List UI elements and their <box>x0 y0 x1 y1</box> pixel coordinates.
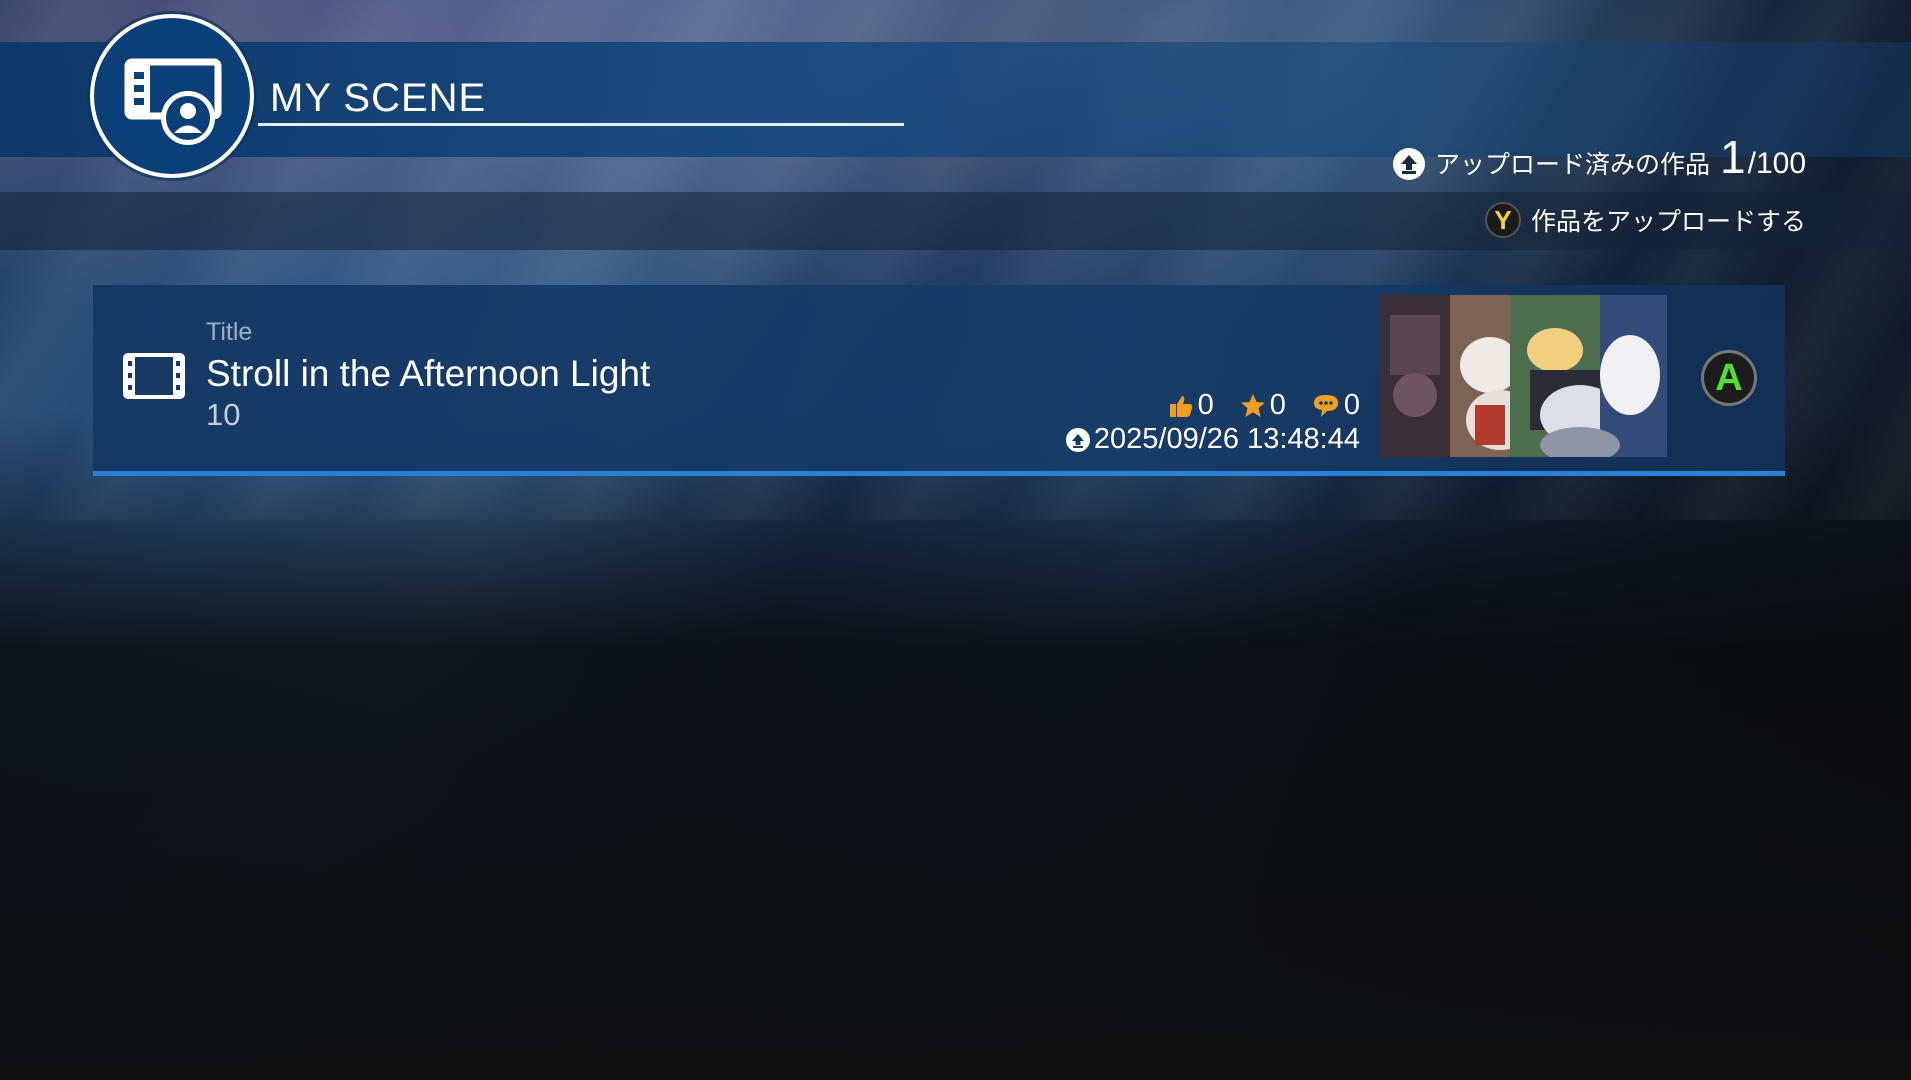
upload-date: 2025/09/26 13:48:44 <box>1093 423 1360 455</box>
upload-count-max: /100 <box>1747 147 1806 180</box>
thumbs-up-icon <box>1169 395 1192 417</box>
page-title: MY SCENE <box>270 76 487 120</box>
scene-list-item[interactable]: Title Stroll in the Afternoon Light 10 0… <box>93 285 1785 476</box>
title-underline <box>258 123 904 126</box>
upload-date-icon <box>1065 427 1090 452</box>
upload-icon <box>1393 148 1425 180</box>
upload-date-row: 2025/09/26 13:48:44 <box>1065 423 1360 456</box>
likes-count: 0 <box>1197 389 1214 421</box>
comment-icon <box>1313 394 1338 417</box>
favorites-stat: 0 <box>1240 389 1286 422</box>
scene-label: Title <box>206 318 253 346</box>
comments-stat: 0 <box>1312 389 1360 422</box>
upload-work-action[interactable]: Y 作品をアップロードする <box>1484 202 1806 238</box>
my-scene-emblem-icon <box>90 14 254 178</box>
a-button-icon[interactable]: A <box>1701 350 1757 406</box>
likes-stat: 0 <box>1168 389 1214 422</box>
scene-sub-value: 10 <box>206 397 241 432</box>
upload-count-label: アップロード済みの作品 <box>1435 150 1711 179</box>
upload-count-value: 1 <box>1720 131 1746 183</box>
favorites-count: 0 <box>1269 389 1286 421</box>
star-icon <box>1240 393 1265 417</box>
film-icon <box>123 353 185 403</box>
upload-work-label: 作品をアップロードする <box>1530 207 1806 236</box>
scene-stats: 0 0 0 <box>1168 389 1360 422</box>
upload-count: アップロード済みの作品 1 /100 <box>1393 134 1806 181</box>
y-button-icon: Y <box>1484 202 1521 238</box>
scene-thumbnail <box>1380 295 1667 457</box>
comments-count: 0 <box>1343 389 1360 421</box>
scene-title: Stroll in the Afternoon Light <box>206 353 651 394</box>
